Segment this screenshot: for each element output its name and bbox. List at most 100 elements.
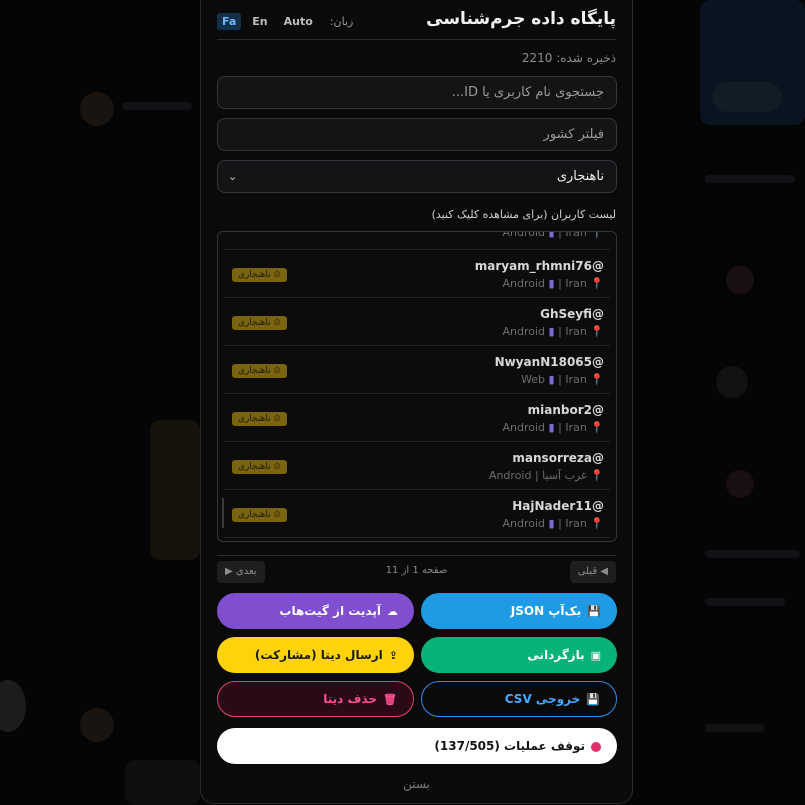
category-select-value: ناهنجاری bbox=[556, 169, 604, 184]
search-field[interactable] bbox=[217, 76, 617, 109]
location-pin-icon: 📍 bbox=[590, 517, 604, 530]
lang-fa-button[interactable]: Fa bbox=[217, 13, 242, 30]
bg-card bbox=[150, 420, 200, 560]
stop-dot-icon bbox=[591, 741, 601, 752]
stop-operation-button[interactable]: توقف عملیات (137/505) bbox=[217, 728, 617, 764]
list-item[interactable]: mansorreza@ 📍 غرب آسیا | Android ⊘ ناهنج… bbox=[224, 441, 610, 490]
upload-icon: ⇪ bbox=[388, 649, 398, 662]
row-country: Iran bbox=[565, 421, 587, 434]
country-filter-field[interactable] bbox=[217, 118, 617, 151]
save-icon: 💾 bbox=[586, 693, 600, 706]
restore-button[interactable]: ▣ بازگردانی bbox=[421, 637, 617, 673]
prev-page-button[interactable]: ◀ قبلی bbox=[569, 561, 616, 583]
phone-icon: ▮ bbox=[548, 421, 555, 434]
list-item[interactable]: 📍 Android ▮ | Iran bbox=[224, 231, 610, 250]
badge-label: ناهنجاری bbox=[238, 366, 271, 376]
location-pin-icon: 📍 bbox=[590, 421, 604, 434]
backup-json-label: بک‌آپ JSON bbox=[510, 604, 582, 618]
save-icon: 💾 bbox=[587, 605, 601, 618]
user-list[interactable]: 📍 Android ▮ | Iran maryam_rhmni76@ 📍 And… bbox=[217, 231, 617, 542]
country-filter-input[interactable] bbox=[230, 119, 604, 150]
badge-label: ناهنجاری bbox=[238, 462, 271, 472]
bg-text-line bbox=[705, 724, 765, 732]
stop-operation-label: توقف عملیات (137/505) bbox=[434, 739, 585, 753]
row-platform: Android bbox=[502, 517, 546, 530]
cloud-icon: ☁ bbox=[387, 605, 398, 618]
inbox-icon: ▣ bbox=[590, 649, 601, 662]
row-meta: 📍 غرب آسیا | Android bbox=[488, 469, 604, 482]
modal-panel: پایگاه داده جرم‌شناسی Fa En Auto زبان: ذ… bbox=[200, 0, 633, 804]
row-country: Iran bbox=[565, 325, 587, 338]
list-item[interactable]: mianbor2@ 📍 Android ▮ | Iran ⊘ ناهنجاری bbox=[224, 393, 610, 442]
ban-icon: ⊘ bbox=[273, 318, 282, 328]
phone-icon: ▮ bbox=[548, 277, 555, 290]
row-country: Iran bbox=[565, 277, 587, 290]
chevron-down-icon: ⌄ bbox=[228, 170, 238, 183]
row-meta: 📍 Android ▮ | Iran bbox=[502, 231, 604, 239]
status-badge: ⊘ ناهنجاری bbox=[232, 508, 288, 522]
category-select[interactable]: ناهنجاری ⌄ bbox=[217, 160, 617, 193]
send-data-button[interactable]: ⇪ ارسال دیتا (مشارکت) bbox=[217, 637, 414, 673]
row-focus-marker bbox=[222, 498, 224, 528]
bg-text-line bbox=[122, 102, 192, 110]
delete-data-button[interactable]: 🗑 حذف دیتا bbox=[217, 681, 414, 717]
bg-card bbox=[712, 82, 782, 112]
row-platform: Android bbox=[488, 469, 532, 482]
delete-data-label: حذف دیتا bbox=[323, 692, 378, 706]
phone-icon: ▮ bbox=[548, 373, 555, 386]
ban-icon: ⊘ bbox=[273, 510, 282, 520]
badge-label: ناهنجاری bbox=[238, 270, 271, 280]
row-meta: 📍 Android ▮ | Iran bbox=[502, 517, 604, 530]
row-country: Iran bbox=[565, 231, 587, 239]
ban-icon: ⊘ bbox=[273, 414, 282, 424]
modal-header: پایگاه داده جرم‌شناسی Fa En Auto زبان: bbox=[217, 1, 616, 40]
row-country: Iran bbox=[565, 373, 587, 386]
row-platform: Android bbox=[502, 231, 546, 239]
export-csv-label: خروجی CSV bbox=[504, 692, 581, 706]
page-title: پایگاه داده جرم‌شناسی bbox=[426, 9, 616, 29]
row-country: Iran bbox=[565, 517, 587, 530]
row-platform: Android bbox=[502, 277, 546, 290]
backup-json-button[interactable]: 💾 بک‌آپ JSON bbox=[421, 593, 617, 629]
bg-text-line bbox=[705, 598, 785, 606]
row-country: غرب آسیا bbox=[542, 469, 587, 482]
ban-icon: ⊘ bbox=[273, 270, 282, 280]
location-pin-icon: 📍 bbox=[590, 231, 604, 239]
location-pin-icon: 📍 bbox=[590, 325, 604, 338]
pagination: بعدی ▶ صفحه 1 از 11 ◀ قبلی bbox=[217, 561, 616, 585]
bg-text-line bbox=[705, 175, 795, 183]
close-button[interactable]: بستن bbox=[201, 777, 632, 791]
row-username: mansorreza@ bbox=[512, 451, 604, 465]
list-item[interactable]: maryam_rhmni76@ 📍 Android ▮ | Iran ⊘ ناه… bbox=[224, 249, 610, 298]
trash-icon: 🗑 bbox=[383, 693, 397, 706]
language-switcher: Fa En Auto زبان: bbox=[217, 13, 353, 30]
send-data-label: ارسال دیتا (مشارکت) bbox=[254, 648, 383, 662]
row-username: maryam_rhmni76@ bbox=[474, 259, 604, 273]
search-input[interactable] bbox=[230, 77, 604, 108]
location-pin-icon: 📍 bbox=[590, 469, 604, 482]
page-indicator: صفحه 1 از 11 bbox=[385, 565, 448, 576]
ban-icon: ⊘ bbox=[273, 462, 282, 472]
badge-label: ناهنجاری bbox=[238, 318, 271, 328]
lang-en-button[interactable]: En bbox=[247, 13, 272, 30]
list-item[interactable]: GhSeyfi@ 📍 Android ▮ | Iran ⊘ ناهنجاری bbox=[224, 297, 610, 346]
list-item[interactable]: HajNader11@ 📍 Android ▮ | Iran ⊘ ناهنجار… bbox=[224, 489, 610, 538]
bg-avatar bbox=[726, 470, 754, 498]
export-csv-button[interactable]: 💾 خروجی CSV bbox=[421, 681, 617, 717]
status-badge: ⊘ ناهنجاری bbox=[232, 316, 288, 330]
github-update-label: آپدیت از گیت‌هاب bbox=[279, 604, 381, 618]
row-username: mianbor2@ bbox=[527, 403, 604, 417]
status-badge: ⊘ ناهنجاری bbox=[232, 364, 288, 378]
bg-avatar bbox=[80, 92, 114, 126]
status-badge: ⊘ ناهنجاری bbox=[232, 460, 288, 474]
row-meta: 📍 Android ▮ | Iran bbox=[502, 277, 604, 290]
row-platform: Android bbox=[502, 421, 546, 434]
bg-avatar bbox=[0, 680, 26, 732]
phone-icon: ▮ bbox=[548, 517, 555, 530]
ban-icon: ⊘ bbox=[273, 366, 282, 376]
bg-avatar bbox=[726, 266, 754, 294]
bg-text-line bbox=[705, 550, 800, 558]
github-update-button[interactable]: ☁ آپدیت از گیت‌هاب bbox=[217, 593, 414, 629]
list-item[interactable]: NwyanN18065@ 📍 Web ▮ | Iran ⊘ ناهنجاری bbox=[224, 345, 610, 394]
lang-auto-button[interactable]: Auto bbox=[279, 13, 318, 30]
